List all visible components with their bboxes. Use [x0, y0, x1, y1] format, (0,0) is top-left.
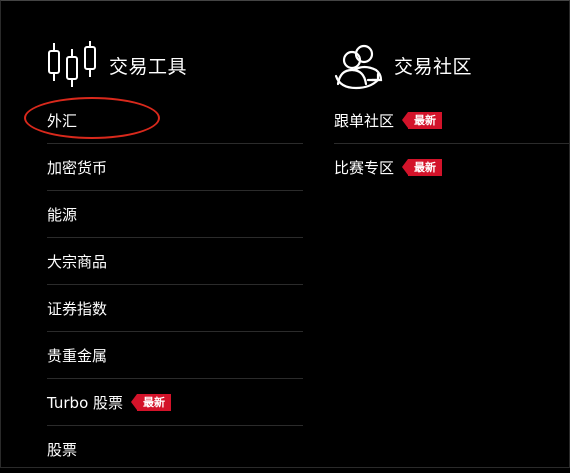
trading-tools-item[interactable]: Turbo 股票 最新	[47, 379, 303, 426]
trading-tools-item-label: 证券指数	[47, 299, 108, 318]
community-users-icon	[334, 40, 384, 90]
trading-tools-list: 外汇加密货币能源大宗商品证券指数贵重金属 Turbo 股票 最新股票	[47, 97, 303, 473]
trading-community-header: 交易社区	[334, 40, 472, 90]
trading-community-item-label: 比赛专区	[334, 159, 395, 177]
trading-tools-item-label: 外汇	[47, 111, 78, 130]
candlestick-icon	[47, 41, 99, 89]
trading-community-title: 交易社区	[394, 55, 473, 78]
trading-tools-item[interactable]: 证券指数	[47, 285, 303, 332]
trading-tools-item-label: 加密货币	[47, 158, 108, 177]
new-badge: 最新	[402, 111, 443, 129]
trading-tools-item[interactable]: 加密货币	[47, 144, 303, 191]
trading-tools-item[interactable]: 外汇	[47, 97, 303, 144]
trading-tools-item[interactable]: 能源	[47, 191, 303, 238]
new-badge: 最新	[402, 159, 443, 176]
trading-community-item-label: 跟单社区	[334, 111, 395, 130]
trading-tools-item[interactable]: 股票	[47, 426, 303, 473]
trading-community-list: 跟单社区 最新 比赛专区 最新	[334, 97, 570, 191]
new-badge: 最新	[131, 393, 172, 411]
trading-community-item[interactable]: 跟单社区 最新	[334, 97, 570, 144]
trading-tools-item-label: 贵重金属	[47, 346, 108, 365]
trading-tools-item[interactable]: 大宗商品	[47, 238, 303, 285]
trading-tools-item[interactable]: 贵重金属	[47, 332, 303, 379]
trading-tools-item-label: 股票	[47, 441, 78, 459]
trading-tools-title: 交易工具	[109, 55, 188, 78]
trading-tools-header: 交易工具	[47, 40, 187, 90]
trading-tools-item-label: 能源	[47, 205, 78, 224]
trading-community-item[interactable]: 比赛专区 最新	[334, 144, 570, 191]
trading-tools-item-label: Turbo 股票	[47, 393, 124, 412]
trading-tools-item-label: 大宗商品	[47, 252, 108, 271]
